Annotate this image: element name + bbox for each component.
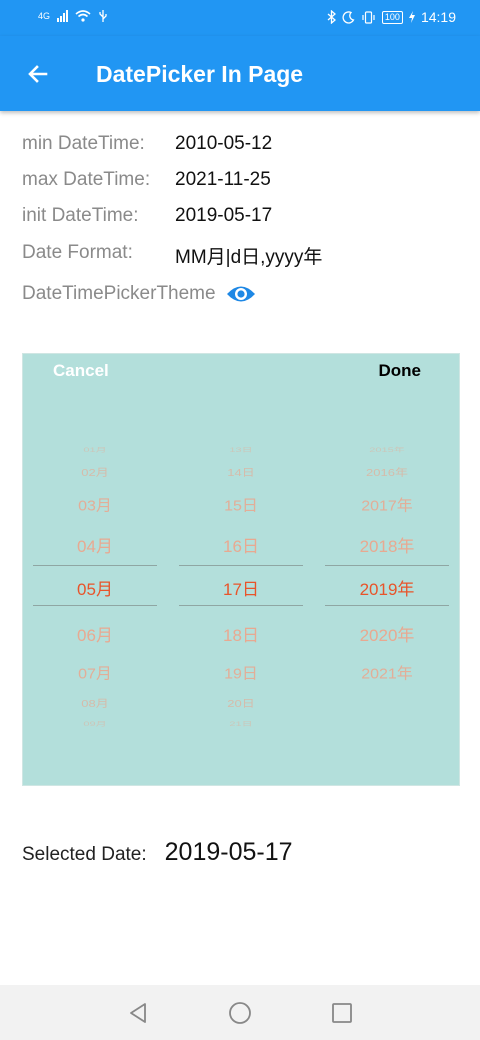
network-type: 4G <box>38 11 51 21</box>
wifi-icon <box>75 10 91 22</box>
date-picker: Cancel Done 01月 02月 03月 04月 05月 06月 07月 08月 09月 … <box>22 353 460 786</box>
eye-icon <box>226 286 255 302</box>
page-title: DatePicker In Page <box>96 61 304 87</box>
theme-label: DateTimePickerTheme <box>22 283 216 304</box>
back-button[interactable] <box>18 56 58 92</box>
selected-date-row: Selected Date: 2019-05-17 <box>22 838 293 867</box>
max-datetime-label: max DateTime: <box>22 169 151 190</box>
selected-date-label: Selected Date: <box>22 844 147 865</box>
nav-recents-button[interactable] <box>328 999 356 1027</box>
month-item[interactable]: 03月 <box>33 493 157 516</box>
year-item[interactable]: 2016年 <box>325 464 449 479</box>
day-wheel[interactable]: 13日 14日 15日 16日 17日 18日 19日 20日 21日 <box>179 354 303 785</box>
nav-home-button[interactable] <box>226 999 254 1027</box>
month-item[interactable]: 07月 <box>33 661 157 684</box>
selected-date-value: 2019-05-17 <box>164 838 293 866</box>
eye-button[interactable] <box>226 283 256 305</box>
month-selection-bottom-line <box>33 605 157 606</box>
arrow-back-icon <box>28 65 48 83</box>
status-bar: 4G 100 14:19 <box>0 0 480 36</box>
month-item[interactable]: 06月 <box>33 621 157 646</box>
year-selection-bottom-line <box>325 605 449 606</box>
day-item[interactable]: 13日 <box>179 446 303 455</box>
month-wheel[interactable]: 01月 02月 03月 04月 05月 06月 07月 08月 09月 <box>33 354 157 785</box>
vibrate-icon <box>362 10 375 24</box>
usb-icon <box>99 10 107 22</box>
status-left: 4G <box>38 9 108 23</box>
navigation-bar <box>0 985 480 1040</box>
bluetooth-icon <box>327 10 336 24</box>
month-selection-top-line <box>33 565 157 566</box>
min-datetime-label: min DateTime: <box>22 133 145 154</box>
year-item[interactable]: 2015年 <box>325 446 449 455</box>
date-format-value: MM月|d日,yyyy年 <box>175 247 323 268</box>
month-item[interactable]: 01月 <box>33 446 157 455</box>
min-datetime-value: 2010-05-12 <box>175 133 273 154</box>
home-circle-icon <box>229 1002 251 1024</box>
day-item[interactable]: 15日 <box>179 493 303 516</box>
month-item[interactable]: 09月 <box>33 720 157 729</box>
day-item[interactable]: 18日 <box>179 621 303 646</box>
nav-back-button[interactable] <box>124 999 152 1027</box>
year-item[interactable]: 2018年 <box>325 532 449 557</box>
year-item-selected[interactable]: 2019年 <box>325 575 449 600</box>
day-item[interactable]: 20日 <box>179 695 303 710</box>
day-item[interactable]: 16日 <box>179 532 303 557</box>
signal-icon <box>57 10 69 22</box>
day-item[interactable]: 19日 <box>179 661 303 684</box>
init-datetime-value: 2019-05-17 <box>175 205 273 226</box>
date-format-label: Date Format: <box>22 242 133 263</box>
day-selection-top-line <box>179 565 303 566</box>
init-datetime-label: init DateTime: <box>22 205 139 226</box>
day-item[interactable]: 14日 <box>179 464 303 479</box>
theme-row: DateTimePickerTheme <box>22 283 256 305</box>
status-right: 100 14:19 <box>327 9 456 25</box>
year-item[interactable]: 2021年 <box>325 661 449 684</box>
max-datetime-value: 2021-11-25 <box>175 169 271 190</box>
year-item[interactable]: 2017年 <box>325 493 449 516</box>
month-item[interactable]: 04月 <box>33 532 157 557</box>
year-item[interactable]: 2020年 <box>325 621 449 646</box>
back-triangle-icon <box>130 1003 146 1023</box>
day-selection-bottom-line <box>179 605 303 606</box>
battery-icon: 100 <box>381 10 403 24</box>
day-item-selected[interactable]: 17日 <box>179 575 303 600</box>
month-item[interactable]: 08月 <box>33 695 157 710</box>
app-bar: DatePicker In Page <box>0 36 480 111</box>
charging-icon <box>408 11 415 23</box>
month-item-selected[interactable]: 05月 <box>33 575 157 600</box>
year-selection-top-line <box>325 565 449 566</box>
moon-icon <box>342 10 355 24</box>
status-time: 14:19 <box>420 9 456 25</box>
recents-square-icon <box>332 1003 352 1023</box>
year-wheel[interactable]: 2015年 2016年 2017年 2018年 2019年 2020年 2021年 <box>325 354 449 785</box>
day-item[interactable]: 21日 <box>179 720 303 729</box>
month-item[interactable]: 02月 <box>33 464 157 479</box>
